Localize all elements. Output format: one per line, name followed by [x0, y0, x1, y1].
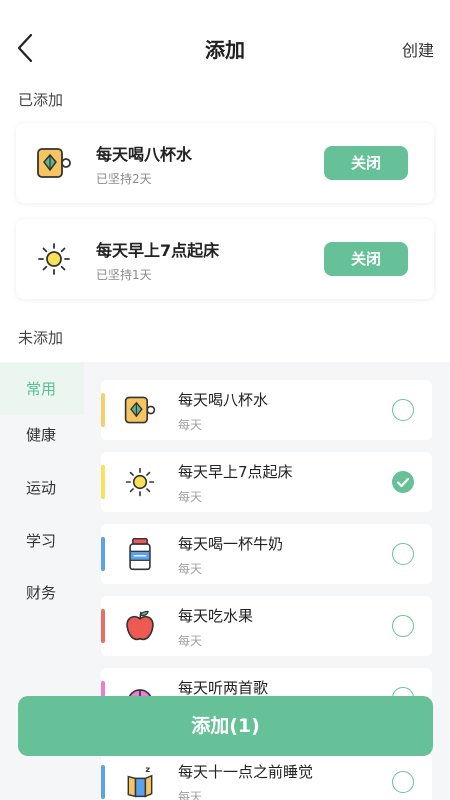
- tea-cup-icon: [34, 143, 74, 183]
- habit-name: 每天早上7点起床: [96, 241, 220, 260]
- select-checkbox[interactable]: [392, 615, 414, 637]
- habit-name: 每天喝八杯水: [96, 145, 193, 164]
- habit-frequency: 每天: [178, 634, 203, 648]
- select-checkbox[interactable]: [392, 543, 414, 565]
- habit-streak: 已坚持1天: [96, 268, 152, 282]
- category-finance[interactable]: 财务: [0, 567, 84, 619]
- select-checkbox-checked[interactable]: [392, 471, 414, 493]
- accent-bar: [101, 465, 105, 499]
- accent-bar: [101, 537, 105, 571]
- added-section-label: 已添加: [18, 91, 64, 109]
- category-study[interactable]: 学习: [0, 515, 84, 567]
- list-item[interactable]: 每天喝一杯牛奶 每天: [101, 524, 432, 584]
- page-title: 添加: [205, 38, 245, 62]
- accent-bar: [101, 609, 105, 643]
- category-common[interactable]: 常用: [0, 363, 84, 415]
- added-habit-card: 每天早上7点起床 已坚持1天 关闭: [16, 219, 434, 299]
- added-habit-card: 每天喝八杯水 已坚持2天 关闭: [16, 123, 434, 203]
- habit-frequency: 每天: [178, 562, 203, 576]
- close-habit-button[interactable]: 关闭: [324, 242, 408, 276]
- add-button[interactable]: 添加(1): [18, 696, 433, 756]
- sun-icon: [122, 464, 158, 500]
- habit-name: 每天听两首歌: [178, 679, 269, 697]
- tea-cup-icon: [122, 392, 158, 428]
- list-item[interactable]: z 每天十一点之前睡觉 每天: [101, 752, 432, 800]
- habit-frequency: 每天: [178, 490, 203, 504]
- milk-jar-icon: [122, 536, 158, 572]
- category-health[interactable]: 健康: [0, 409, 84, 461]
- habit-frequency: 每天: [178, 418, 203, 432]
- select-checkbox[interactable]: [392, 771, 414, 793]
- select-checkbox[interactable]: [392, 399, 414, 421]
- habit-frequency: 每天: [178, 790, 203, 800]
- close-habit-button[interactable]: 关闭: [324, 146, 408, 180]
- create-button[interactable]: 创建: [402, 37, 434, 61]
- header: 添加 创建: [0, 0, 450, 96]
- list-item[interactable]: 每天喝八杯水 每天: [101, 380, 432, 440]
- habit-name: 每天十一点之前睡觉: [178, 763, 314, 781]
- accent-bar: [101, 765, 105, 799]
- accent-bar: [101, 393, 105, 427]
- habit-name: 每天喝八杯水: [178, 391, 269, 409]
- habit-name: 每天早上7点起床: [178, 463, 293, 481]
- habit-streak: 已坚持2天: [96, 172, 152, 186]
- svg-text:z: z: [145, 764, 150, 774]
- list-item[interactable]: 每天吃水果 每天: [101, 596, 432, 656]
- sleep-icon: z: [122, 764, 158, 800]
- apple-icon: [122, 608, 158, 644]
- not-added-section-label: 未添加: [18, 329, 64, 347]
- list-item[interactable]: 每天早上7点起床 每天: [101, 452, 432, 512]
- category-exercise[interactable]: 运动: [0, 462, 84, 514]
- sun-icon: [34, 239, 74, 279]
- habit-name: 每天喝一杯牛奶: [178, 535, 284, 553]
- habit-name: 每天吃水果: [178, 607, 254, 625]
